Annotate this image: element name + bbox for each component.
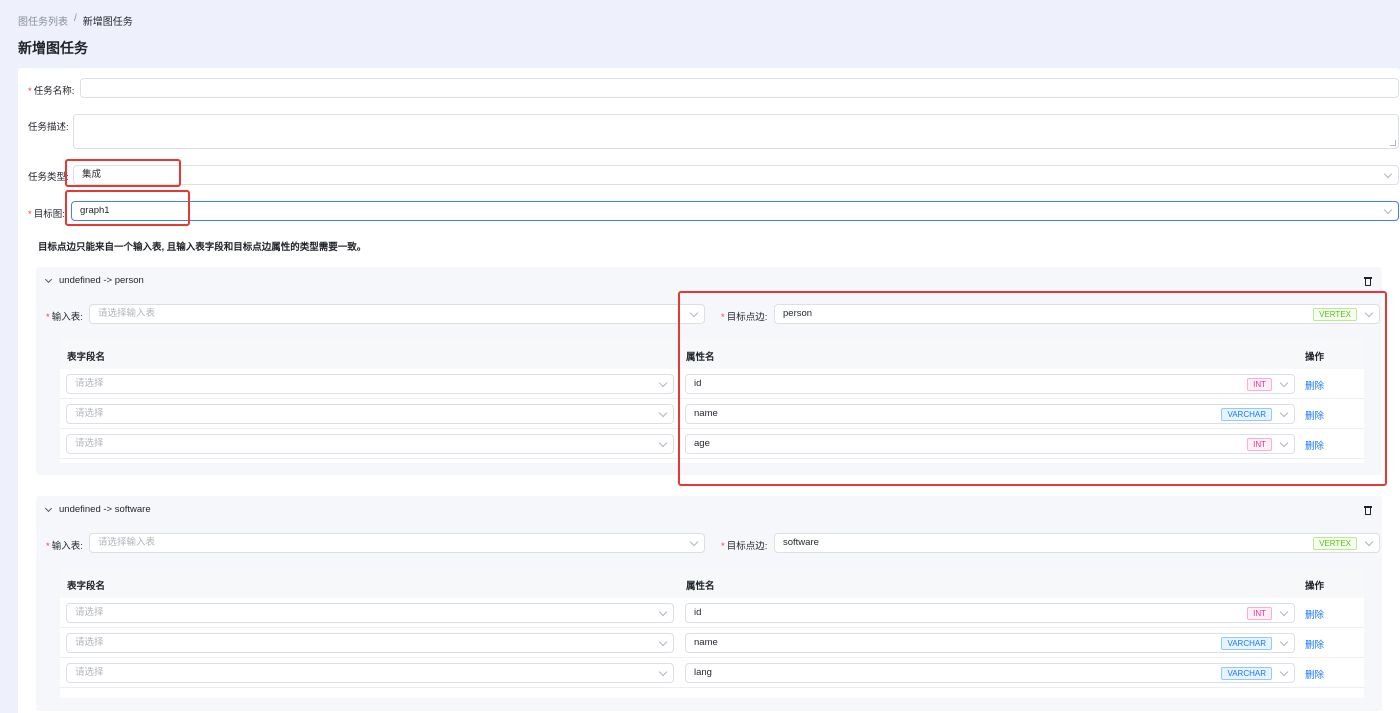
- delete-mapping-icon[interactable]: [1364, 506, 1372, 515]
- input-table-select[interactable]: 请选择输入表: [89, 533, 705, 553]
- breadcrumb-parent-link[interactable]: 图任务列表: [18, 13, 68, 28]
- input-table-select[interactable]: 请选择输入表: [89, 304, 705, 324]
- delete-row-link[interactable]: 删除: [1305, 667, 1324, 681]
- chevron-down-icon: [1279, 607, 1289, 617]
- mapping-panel: undefined -> person * 输入表: 请选择输入表 * 目标点边: …: [36, 267, 1382, 475]
- property-select[interactable]: name VARCHAR: [685, 633, 1295, 653]
- mapping-panel-header[interactable]: undefined -> person: [44, 275, 144, 286]
- breadcrumb-current: 新增图任务: [82, 17, 133, 28]
- chevron-down-icon: [658, 408, 668, 418]
- table-header: 表字段名 属性名 操作: [60, 339, 1364, 369]
- breadcrumb-separator: /: [74, 13, 77, 24]
- chevron-down-icon: [1279, 438, 1289, 448]
- resize-handle-icon[interactable]: [1390, 140, 1396, 146]
- target-vertex-label: * 目标点边:: [721, 312, 768, 323]
- chevron-down-icon: [658, 667, 668, 677]
- type-tag: INT: [1247, 378, 1272, 391]
- chevron-down-icon: [658, 438, 668, 448]
- mapping-hint: 目标点边只能来自一个输入表, 且输入表字段和目标点边属性的类型需要一致。: [38, 242, 367, 253]
- form-card: * 任务名称: 任务描述: 任务类型: 集成 * 目标图: graph1 目标点边只…: [18, 68, 1400, 713]
- table-row: 请选择 name VARCHAR 删除: [60, 399, 1364, 429]
- task-name-label: * 任务名称:: [28, 86, 75, 97]
- vertex-tag: VERTEX: [1313, 308, 1357, 321]
- chevron-down-icon: [689, 308, 699, 318]
- breadcrumb: 图任务列表 / 新增图任务: [18, 13, 133, 28]
- page-title: 新增图任务: [18, 40, 88, 56]
- table-row: 请选择 lang VARCHAR 删除: [60, 658, 1364, 688]
- property-select[interactable]: age INT: [685, 434, 1295, 454]
- table-row: 请选择 id INT 删除: [60, 369, 1364, 399]
- property-select[interactable]: id INT: [685, 374, 1295, 394]
- type-tag: VARCHAR: [1221, 667, 1272, 680]
- column-header-property: 属性名: [686, 352, 715, 363]
- task-type-label: 任务类型:: [28, 172, 69, 183]
- type-tag: INT: [1247, 607, 1272, 620]
- chevron-down-icon[interactable]: [44, 504, 53, 512]
- chevron-down-icon: [1364, 308, 1374, 318]
- chevron-down-icon: [658, 378, 668, 388]
- field-select[interactable]: 请选择: [66, 633, 674, 653]
- type-tag: VARCHAR: [1221, 637, 1272, 650]
- table-row: 请选择 age INT 删除: [60, 429, 1364, 459]
- mapping-table: 表字段名 属性名 操作 请选择 id INT 删除 请选择 name VARCH…: [60, 568, 1364, 698]
- type-tag: VARCHAR: [1221, 408, 1272, 421]
- target-vertex-select[interactable]: software VERTEX: [774, 533, 1380, 553]
- delete-row-link[interactable]: 删除: [1305, 637, 1324, 651]
- target-vertex-select[interactable]: person VERTEX: [774, 304, 1380, 324]
- mapping-table: 表字段名 属性名 操作 请选择 id INT 删除 请选择 name VARCH…: [60, 339, 1364, 463]
- chevron-down-icon: [1279, 637, 1289, 647]
- column-header-property: 属性名: [686, 581, 715, 592]
- table-header: 表字段名 属性名 操作: [60, 568, 1364, 598]
- target-graph-label: * 目标图:: [28, 209, 65, 220]
- chevron-down-icon: [658, 637, 668, 647]
- input-table-label: * 输入表:: [46, 541, 83, 552]
- property-select[interactable]: id INT: [685, 603, 1295, 623]
- chevron-down-icon: [689, 537, 699, 547]
- field-select[interactable]: 请选择: [66, 663, 674, 683]
- task-desc-label: 任务描述:: [28, 122, 69, 133]
- target-graph-select[interactable]: graph1: [71, 201, 1399, 221]
- vertex-tag: VERTEX: [1313, 537, 1357, 550]
- delete-mapping-icon[interactable]: [1364, 277, 1372, 286]
- delete-row-link[interactable]: 删除: [1305, 378, 1324, 392]
- field-select[interactable]: 请选择: [66, 603, 674, 623]
- chevron-down-icon: [1279, 408, 1289, 418]
- field-select[interactable]: 请选择: [66, 374, 674, 394]
- property-select[interactable]: lang VARCHAR: [685, 663, 1295, 683]
- chevron-down-icon: [1383, 205, 1393, 215]
- column-header-field: 表字段名: [67, 352, 106, 363]
- task-name-input[interactable]: [80, 78, 1399, 98]
- property-select[interactable]: name VARCHAR: [685, 404, 1295, 424]
- target-vertex-label: * 目标点边:: [721, 541, 768, 552]
- table-row: 请选择 id INT 删除: [60, 598, 1364, 628]
- column-header-field: 表字段名: [67, 581, 106, 592]
- chevron-down-icon: [1383, 169, 1393, 179]
- delete-row-link[interactable]: 删除: [1305, 408, 1324, 422]
- field-select[interactable]: 请选择: [66, 434, 674, 454]
- chevron-down-icon[interactable]: [44, 275, 53, 283]
- type-tag: INT: [1247, 438, 1272, 451]
- mapping-panel: undefined -> software * 输入表: 请选择输入表 * 目标点边…: [36, 496, 1382, 711]
- input-table-label: * 输入表:: [46, 312, 83, 323]
- chevron-down-icon: [1364, 537, 1374, 547]
- chevron-down-icon: [658, 607, 668, 617]
- mapping-panel-header[interactable]: undefined -> software: [44, 504, 151, 515]
- column-header-action: 操作: [1305, 581, 1325, 592]
- chevron-down-icon: [1279, 378, 1289, 388]
- delete-row-link[interactable]: 删除: [1305, 438, 1324, 452]
- table-row: 请选择 name VARCHAR 删除: [60, 628, 1364, 658]
- task-desc-textarea[interactable]: [73, 114, 1399, 149]
- chevron-down-icon: [1279, 667, 1289, 677]
- task-type-select[interactable]: 集成: [73, 165, 1399, 185]
- column-header-action: 操作: [1305, 352, 1325, 363]
- delete-row-link[interactable]: 删除: [1305, 607, 1324, 621]
- field-select[interactable]: 请选择: [66, 404, 674, 424]
